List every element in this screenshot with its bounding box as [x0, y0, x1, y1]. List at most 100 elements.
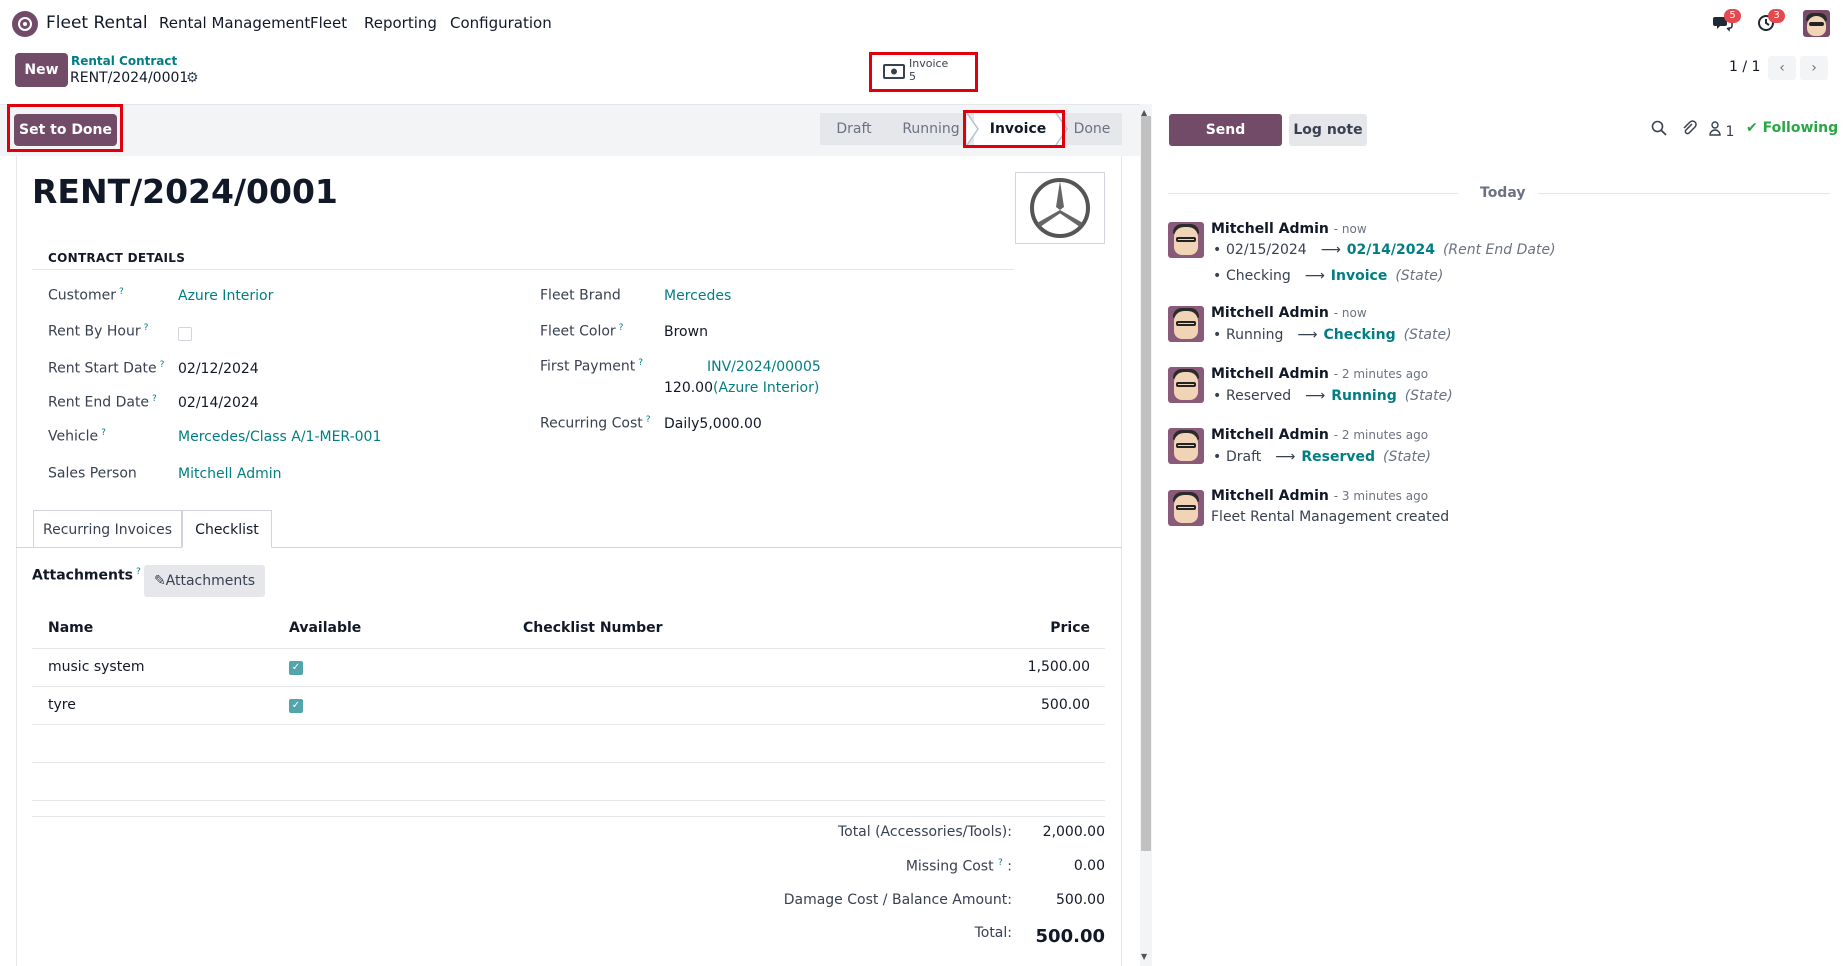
field-label-rent-end-date: Rent End Date? [48, 394, 157, 411]
arrow-right-icon: ⟶ [1297, 327, 1318, 343]
search-icon[interactable] [1651, 120, 1667, 140]
table-row-price[interactable]: 500.00 [1041, 697, 1090, 713]
column-price[interactable]: Price [1050, 620, 1090, 636]
field-vehicle[interactable]: Mercedes/Class A/1-MER-001 [178, 429, 381, 445]
attachments-label: Attachments? [32, 567, 141, 584]
column-available[interactable]: Available [289, 620, 361, 636]
app-logo-icon[interactable] [12, 11, 38, 37]
message-avatar[interactable] [1168, 367, 1204, 403]
column-name[interactable]: Name [48, 620, 93, 636]
record-title[interactable]: RENT/2024/0001 [32, 172, 338, 211]
rent-by-hour-checkbox[interactable] [178, 327, 192, 341]
pager-next-button[interactable]: › [1800, 56, 1828, 80]
tracking-change: Draft ⟶ Reserved (State) [1226, 449, 1432, 465]
field-fleet-brand[interactable]: Mercedes [664, 288, 731, 304]
form-scrollbar-thumb[interactable] [1141, 116, 1151, 851]
user-avatar[interactable] [1803, 10, 1830, 37]
send-message-button[interactable]: Send message [1169, 114, 1282, 170]
new-button[interactable]: New [15, 53, 68, 87]
tracking-change: Running ⟶ Checking (State) [1226, 327, 1452, 343]
pager-previous-button[interactable]: ‹ [1768, 56, 1796, 80]
menu-reporting[interactable]: Reporting [364, 14, 437, 32]
top-navbar: Fleet Rental Rental Management Fleet Rep… [0, 0, 1847, 46]
table-row-divider [32, 762, 1105, 763]
log-note-button[interactable]: Log note [1289, 114, 1367, 146]
message-avatar[interactable] [1168, 222, 1204, 258]
field-label-recurring-cost: Recurring Cost? [540, 415, 651, 432]
scroll-up-icon[interactable]: ▲ [1141, 108, 1147, 117]
message-author: Mitchell Admin - 2 minutes ago [1211, 427, 1429, 443]
field-label-fleet-color: Fleet Color? [540, 323, 624, 340]
breadcrumb-parent[interactable]: Rental Contract [71, 54, 177, 68]
tracking-change: 02/15/2024 ⟶ 02/14/2024 (Rent End Date) [1226, 242, 1556, 258]
field-recurring-cost[interactable]: Daily5,000.00 [664, 416, 762, 432]
column-checklist-number[interactable]: Checklist Number [523, 620, 663, 636]
menu-rental-management[interactable]: Rental Management [159, 14, 310, 32]
date-separator: Today [1480, 185, 1526, 201]
activities-button[interactable]: 3 [1757, 9, 1785, 32]
menu-fleet[interactable]: Fleet [310, 14, 347, 32]
stage-running[interactable]: Running [888, 113, 974, 145]
paperclip-icon[interactable] [1681, 120, 1697, 140]
message-avatar[interactable] [1168, 306, 1204, 342]
total-value: 500.00 [1035, 926, 1105, 947]
message-author: Mitchell Admin - now [1211, 305, 1367, 321]
missing-cost-label: Missing Cost ? : [905, 858, 1012, 875]
form-sheet [16, 156, 1122, 966]
bullet: • [1213, 268, 1222, 284]
message-body: Fleet Rental Management created [1211, 509, 1450, 525]
field-rent-start-date[interactable]: 02/12/2024 [178, 361, 259, 377]
stage-draft[interactable]: Draft [820, 113, 888, 145]
tab-checklist[interactable]: Checklist [182, 510, 272, 548]
section-contract-details: CONTRACT DETAILS [48, 251, 186, 265]
table-row-name[interactable]: tyre [48, 697, 76, 713]
app-name[interactable]: Fleet Rental [46, 13, 148, 33]
totals-divider [32, 816, 1105, 817]
field-sales-person[interactable]: Mitchell Admin [178, 466, 282, 482]
field-label-vehicle: Vehicle? [48, 428, 106, 445]
tracking-change: Checking ⟶ Invoice (State) [1226, 268, 1444, 284]
vehicle-image[interactable] [1015, 172, 1105, 244]
gear-icon[interactable]: ⚙ [186, 70, 199, 86]
arrow-right-icon: ⟶ [1304, 268, 1325, 284]
field-first-payment[interactable]: INV/2024/00005 [707, 359, 821, 375]
bullet: • [1213, 449, 1222, 465]
table-row-available-checkbox[interactable]: ✓ [289, 661, 303, 675]
following-button[interactable]: ✔ Following [1746, 120, 1838, 136]
field-label-rent-by-hour: Rent By Hour? [48, 323, 149, 340]
check-icon: ✔ [1746, 120, 1758, 136]
stage-done[interactable]: Done [1062, 113, 1122, 145]
followers-count: 1 [1725, 124, 1735, 140]
table-row-available-checkbox[interactable]: ✓ [289, 699, 303, 713]
field-rent-end-date[interactable]: 02/14/2024 [178, 395, 259, 411]
table-row-name[interactable]: music system [48, 659, 144, 675]
activities-badge: 3 [1768, 9, 1785, 23]
field-customer[interactable]: Azure Interior [178, 288, 273, 304]
field-label-first-payment: First Payment? [540, 358, 643, 375]
table-row-price[interactable]: 1,500.00 [1028, 659, 1090, 675]
messages-button[interactable]: 5 [1713, 9, 1741, 32]
tab-recurring-invoices[interactable]: Recurring Invoices [33, 510, 182, 548]
scroll-down-icon[interactable]: ▼ [1141, 952, 1147, 961]
field-label-fleet-brand: Fleet Brand [540, 287, 621, 304]
date-divider-left [1168, 193, 1458, 194]
field-first-payment-amount: 120.00(Azure Interior) [664, 380, 820, 396]
damage-cost-value: 500.00 [1056, 892, 1105, 908]
bullet: • [1213, 242, 1222, 258]
field-fleet-color[interactable]: Brown [664, 324, 708, 340]
messages-badge: 5 [1724, 9, 1741, 23]
tracking-change: Reserved ⟶ Running (State) [1226, 388, 1453, 404]
total-accessories-value: 2,000.00 [1042, 824, 1105, 840]
attachments-button[interactable]: ✎Attachments [144, 565, 265, 597]
highlight-invoice-button [869, 52, 978, 92]
chevron-right-icon: › [1811, 60, 1817, 76]
menu-configuration[interactable]: Configuration [450, 14, 552, 32]
message-avatar[interactable] [1168, 428, 1204, 464]
message-avatar[interactable] [1168, 490, 1204, 526]
user-icon [1709, 121, 1721, 136]
arrow-right-icon: ⟶ [1305, 388, 1326, 404]
field-label-customer: Customer? [48, 287, 124, 304]
followers-button[interactable]: 1 [1709, 120, 1734, 140]
pager-value[interactable]: 1 / 1 [1729, 59, 1760, 75]
missing-cost-value: 0.00 [1073, 858, 1105, 874]
